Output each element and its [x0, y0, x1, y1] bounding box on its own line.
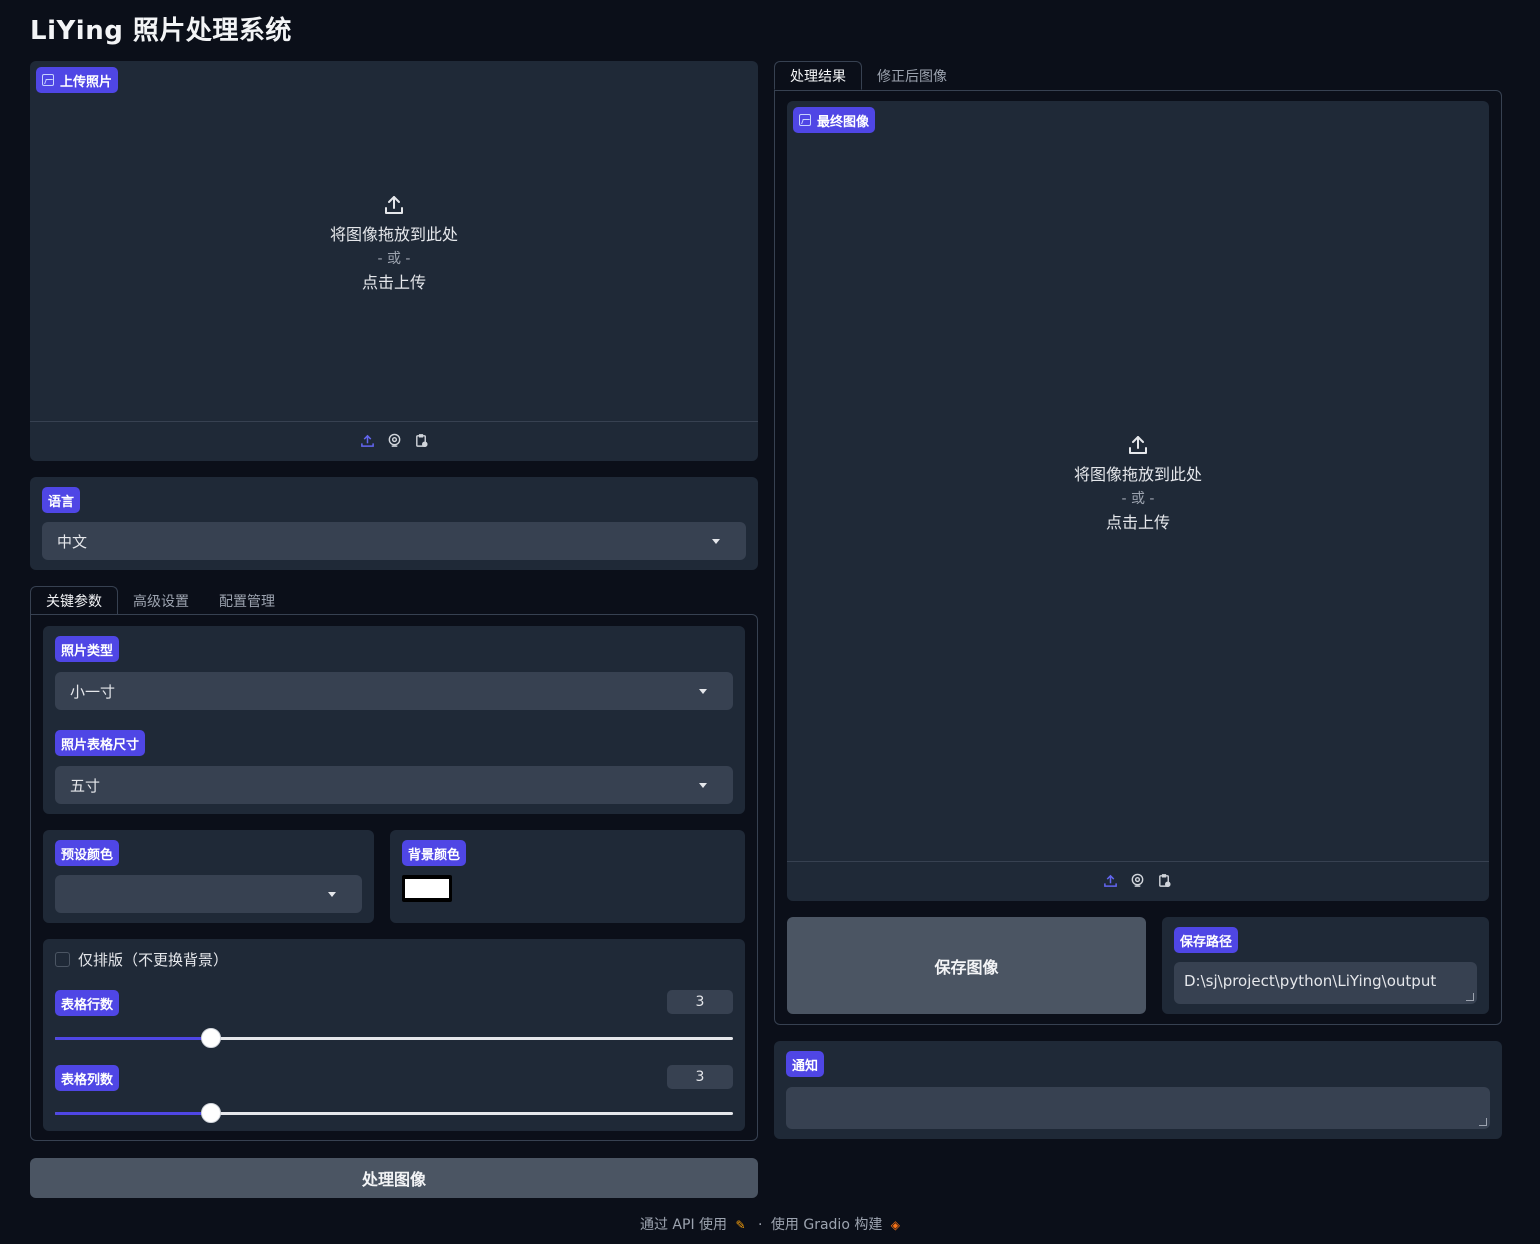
- resize-handle-icon[interactable]: [1466, 993, 1474, 1001]
- chevron-down-icon: [328, 892, 336, 897]
- final-image-panel[interactable]: 最终图像 将图像拖放到此处 - 或 - 点击上传: [787, 101, 1489, 901]
- rows-slider-handle[interactable]: [201, 1028, 221, 1048]
- clipboard-icon[interactable]: [1157, 873, 1172, 888]
- sheet-size-label: 照片表格尺寸: [55, 730, 146, 756]
- upload-icon: [385, 196, 403, 214]
- photo-type-label: 照片类型: [55, 636, 120, 662]
- upload-icon: [1129, 436, 1147, 454]
- color-picker[interactable]: [402, 875, 452, 902]
- app-title: LiYing 照片处理系统: [30, 16, 292, 46]
- tab-config[interactable]: 配置管理: [204, 586, 290, 615]
- footer-separator: ·: [758, 1217, 763, 1233]
- cols-number-input[interactable]: 3: [667, 1065, 733, 1089]
- language-label: 语言: [42, 487, 81, 513]
- rocket-icon: ✎: [735, 1218, 746, 1232]
- language-select[interactable]: 中文: [42, 522, 746, 560]
- resize-handle-icon[interactable]: [1479, 1118, 1487, 1126]
- bg-color-panel: 背景颜色: [390, 830, 745, 923]
- cols-label: 表格列数: [55, 1065, 120, 1091]
- photo-type-value: 小一寸: [70, 682, 116, 701]
- bg-color-label: 背景颜色: [402, 840, 467, 866]
- save-path-value: D:\sj\project\python\LiYing\output: [1184, 972, 1437, 990]
- upload-source-icon[interactable]: [1103, 873, 1118, 888]
- cols-slider-fill: [55, 1112, 211, 1115]
- image-icon: [42, 74, 54, 86]
- final-image-label: 最终图像: [793, 107, 876, 133]
- webcam-icon[interactable]: [1130, 873, 1145, 888]
- tab-key-params[interactable]: 关键参数: [30, 586, 118, 615]
- clipboard-icon[interactable]: [414, 433, 429, 448]
- gradio-logo-icon: ◈: [890, 1218, 901, 1232]
- or-text: - 或 -: [377, 251, 411, 267]
- photo-settings-panel: 照片类型 小一寸 照片表格尺寸 五寸: [43, 626, 745, 814]
- divider: [30, 421, 758, 422]
- chevron-down-icon: [712, 539, 720, 544]
- cols-slider-handle[interactable]: [201, 1103, 221, 1123]
- notification-label: 通知: [786, 1051, 825, 1077]
- save-image-button[interactable]: 保存图像: [787, 917, 1146, 1014]
- tab-result[interactable]: 处理结果: [774, 61, 862, 90]
- preset-color-label: 预设颜色: [55, 840, 120, 866]
- preset-color-select[interactable]: [55, 875, 362, 913]
- color-swatch: [405, 879, 449, 898]
- drop-text: 将图像拖放到此处: [1073, 465, 1202, 484]
- language-panel: 语言 中文: [30, 477, 758, 570]
- click-upload-text[interactable]: 点击上传: [787, 511, 1489, 535]
- drop-text: 将图像拖放到此处: [329, 225, 458, 244]
- image-icon: [799, 114, 811, 126]
- notification-textbox[interactable]: [786, 1087, 1490, 1129]
- process-image-button[interactable]: 处理图像: [30, 1158, 758, 1198]
- upload-panel[interactable]: 上传照片 将图像拖放到此处 - 或 - 点击上传: [30, 61, 758, 461]
- rows-label: 表格行数: [55, 990, 120, 1016]
- rows-number-input[interactable]: 3: [667, 990, 733, 1014]
- chevron-down-icon: [699, 689, 707, 694]
- api-link[interactable]: 通过 API 使用: [640, 1217, 727, 1233]
- upload-label: 上传照片: [36, 67, 119, 93]
- save-path-input[interactable]: D:\sj\project\python\LiYing\output: [1174, 962, 1477, 1004]
- rows-slider-fill: [55, 1037, 211, 1040]
- language-value: 中文: [57, 532, 88, 551]
- photo-type-select[interactable]: 小一寸: [55, 672, 733, 710]
- tab-corrected-image[interactable]: 修正后图像: [862, 61, 962, 90]
- layout-panel: 仅排版（不更换背景） 表格行数 3 表格列数 3: [43, 939, 745, 1131]
- preset-color-panel: 预设颜色: [43, 830, 374, 923]
- layout-only-label: 仅排版（不更换背景）: [78, 951, 229, 969]
- layout-only-checkbox[interactable]: [55, 952, 70, 967]
- notification-panel: 通知: [774, 1041, 1502, 1139]
- final-image-dropzone[interactable]: 将图像拖放到此处 - 或 - 点击上传: [787, 433, 1489, 535]
- tab-advanced[interactable]: 高级设置: [118, 586, 204, 615]
- upload-source-icon[interactable]: [360, 433, 375, 448]
- sheet-size-value: 五寸: [70, 776, 101, 795]
- divider: [787, 861, 1489, 862]
- save-path-label: 保存路径: [1174, 927, 1239, 953]
- chevron-down-icon: [699, 783, 707, 788]
- sheet-size-select[interactable]: 五寸: [55, 766, 733, 804]
- or-text: - 或 -: [1121, 491, 1155, 507]
- webcam-icon[interactable]: [387, 433, 402, 448]
- footer: 通过 API 使用 ✎ · 使用 Gradio 构建 ◈: [0, 1214, 1540, 1234]
- gradio-link[interactable]: 使用 Gradio 构建: [771, 1217, 882, 1233]
- save-path-panel: 保存路径 D:\sj\project\python\LiYing\output: [1162, 917, 1489, 1014]
- click-upload-text[interactable]: 点击上传: [30, 271, 758, 295]
- upload-dropzone[interactable]: 将图像拖放到此处 - 或 - 点击上传: [30, 193, 758, 295]
